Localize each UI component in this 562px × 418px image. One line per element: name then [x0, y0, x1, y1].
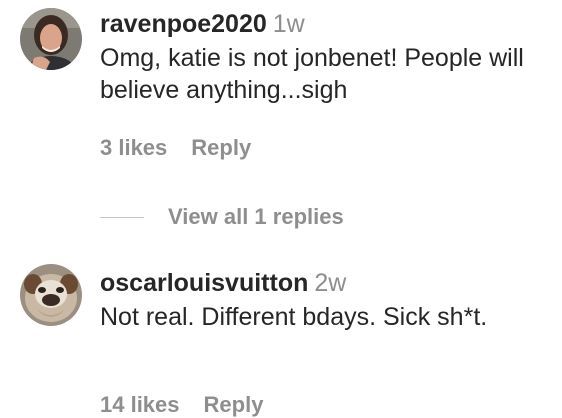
likes-count-button[interactable]: 3 likes [100, 135, 167, 160]
comment-timestamp: 1w [272, 10, 305, 38]
likes-count-button[interactable]: 14 likes [100, 392, 180, 417]
reply-button[interactable]: Reply [191, 135, 251, 160]
comment-username[interactable]: oscarlouisvuitton [100, 269, 308, 297]
view-replies-label: View all 1 replies [168, 204, 344, 229]
comment-text: Omg, katie is not jonbenet! People will … [100, 44, 524, 104]
comment-actions: 3 likes Reply [100, 135, 251, 161]
user-avatar-bulldog-icon [20, 264, 82, 326]
avatar[interactable] [20, 8, 82, 70]
comment-item: oscarlouisvuitton 2w Not real. Different … [0, 258, 562, 417]
comment-username[interactable]: ravenpoe2020 [100, 10, 267, 38]
replies-divider-line [100, 216, 144, 218]
reply-button[interactable]: Reply [204, 392, 264, 417]
avatar[interactable] [20, 264, 82, 326]
user-avatar-woman-icon [20, 8, 82, 70]
comment-timestamp: 2w [314, 269, 347, 297]
comment-text: Not real. Different bdays. Sick sh*t. [100, 303, 488, 331]
view-replies-button[interactable]: View all 1 replies [100, 202, 344, 232]
comment-item: ravenpoe2020 1w Omg, katie is not jonbene… [0, 0, 562, 229]
comment-actions: 14 likes Reply [100, 392, 263, 418]
